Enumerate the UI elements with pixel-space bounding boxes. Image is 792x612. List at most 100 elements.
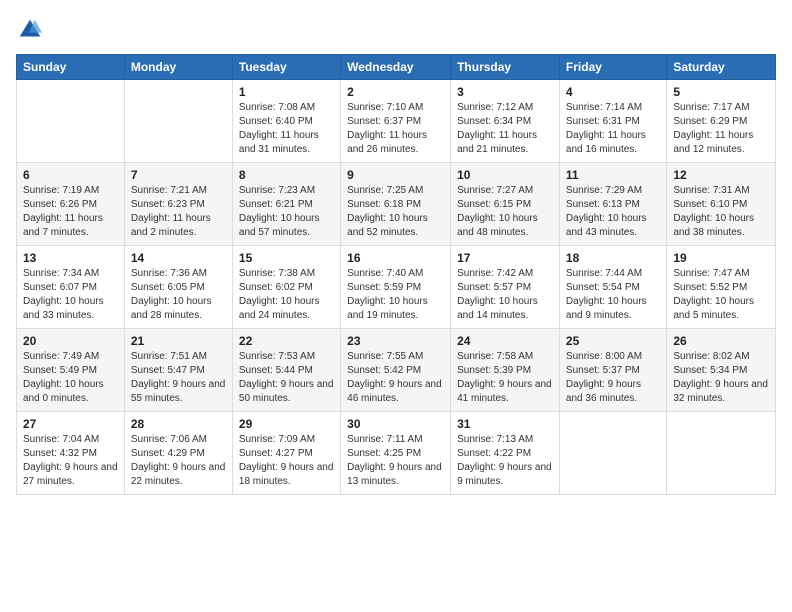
calendar-cell: [559, 412, 666, 495]
day-info: Sunrise: 7:40 AM Sunset: 5:59 PM Dayligh…: [347, 267, 444, 323]
calendar-cell: 24 Sunrise: 7:58 AM Sunset: 5:39 PM Dayli…: [451, 329, 560, 412]
day-number: 9: [347, 168, 444, 182]
day-number: 7: [131, 168, 226, 182]
day-info: Sunrise: 7:14 AM Sunset: 6:31 PM Dayligh…: [566, 101, 660, 157]
calendar-cell: 11 Sunrise: 7:29 AM Sunset: 6:13 PM Dayli…: [559, 163, 666, 246]
day-info: Sunrise: 7:42 AM Sunset: 5:57 PM Dayligh…: [457, 267, 553, 323]
day-number: 29: [239, 417, 334, 431]
day-info: Sunrise: 7:19 AM Sunset: 6:26 PM Dayligh…: [23, 184, 118, 240]
day-info: Sunrise: 7:51 AM Sunset: 5:47 PM Dayligh…: [131, 350, 226, 406]
day-number: 10: [457, 168, 553, 182]
calendar-cell: 14 Sunrise: 7:36 AM Sunset: 6:05 PM Dayli…: [124, 246, 232, 329]
calendar-cell: 7 Sunrise: 7:21 AM Sunset: 6:23 PM Daylig…: [124, 163, 232, 246]
calendar-cell: 4 Sunrise: 7:14 AM Sunset: 6:31 PM Daylig…: [559, 80, 666, 163]
day-info: Sunrise: 7:13 AM Sunset: 4:22 PM Dayligh…: [457, 433, 553, 489]
day-info: Sunrise: 8:00 AM Sunset: 5:37 PM Dayligh…: [566, 350, 660, 406]
day-info: Sunrise: 7:12 AM Sunset: 6:34 PM Dayligh…: [457, 101, 553, 157]
week-row-1: 1 Sunrise: 7:08 AM Sunset: 6:40 PM Daylig…: [17, 80, 776, 163]
day-number: 4: [566, 85, 660, 99]
day-number: 30: [347, 417, 444, 431]
calendar-cell: 20 Sunrise: 7:49 AM Sunset: 5:49 PM Dayli…: [17, 329, 125, 412]
calendar-cell: 16 Sunrise: 7:40 AM Sunset: 5:59 PM Dayli…: [341, 246, 451, 329]
day-info: Sunrise: 7:17 AM Sunset: 6:29 PM Dayligh…: [673, 101, 769, 157]
calendar-cell: 29Sunrise: 7:09 AM Sunset: 4:27 PM Dayli…: [232, 412, 340, 495]
calendar-cell: 21 Sunrise: 7:51 AM Sunset: 5:47 PM Dayli…: [124, 329, 232, 412]
day-number: 22: [239, 334, 334, 348]
day-info: Sunrise: 7:58 AM Sunset: 5:39 PM Dayligh…: [457, 350, 553, 406]
calendar-cell: 3 Sunrise: 7:12 AM Sunset: 6:34 PM Daylig…: [451, 80, 560, 163]
day-info: Sunrise: 7:36 AM Sunset: 6:05 PM Dayligh…: [131, 267, 226, 323]
week-row-3: 13 Sunrise: 7:34 AM Sunset: 6:07 PM Dayli…: [17, 246, 776, 329]
day-number: 21: [131, 334, 226, 348]
calendar-cell: 18 Sunrise: 7:44 AM Sunset: 5:54 PM Dayli…: [559, 246, 666, 329]
day-number: 17: [457, 251, 553, 265]
day-header-wednesday: Wednesday: [341, 55, 451, 80]
day-number: 1: [239, 85, 334, 99]
day-number: 15: [239, 251, 334, 265]
calendar-cell: 2Sunrise: 7:10 AM Sunset: 6:37 PM Daylig…: [341, 80, 451, 163]
day-info: Sunrise: 7:25 AM Sunset: 6:18 PM Dayligh…: [347, 184, 444, 240]
calendar-cell: [667, 412, 776, 495]
day-number: 3: [457, 85, 553, 99]
logo: [16, 16, 48, 44]
day-header-sunday: Sunday: [17, 55, 125, 80]
week-row-4: 20 Sunrise: 7:49 AM Sunset: 5:49 PM Dayli…: [17, 329, 776, 412]
calendar-header-row: SundayMondayTuesdayWednesdayThursdayFrid…: [17, 55, 776, 80]
day-info: Sunrise: 7:08 AM Sunset: 6:40 PM Dayligh…: [239, 101, 334, 157]
day-number: 5: [673, 85, 769, 99]
calendar-cell: 8Sunrise: 7:23 AM Sunset: 6:21 PM Daylig…: [232, 163, 340, 246]
day-number: 20: [23, 334, 118, 348]
day-info: Sunrise: 7:21 AM Sunset: 6:23 PM Dayligh…: [131, 184, 226, 240]
day-number: 11: [566, 168, 660, 182]
day-info: Sunrise: 7:06 AM Sunset: 4:29 PM Dayligh…: [131, 433, 226, 489]
day-number: 14: [131, 251, 226, 265]
calendar-cell: 27Sunrise: 7:04 AM Sunset: 4:32 PM Dayli…: [17, 412, 125, 495]
calendar-cell: 9 Sunrise: 7:25 AM Sunset: 6:18 PM Daylig…: [341, 163, 451, 246]
day-number: 27: [23, 417, 118, 431]
calendar-cell: 10Sunrise: 7:27 AM Sunset: 6:15 PM Dayli…: [451, 163, 560, 246]
calendar-cell: 28 Sunrise: 7:06 AM Sunset: 4:29 PM Dayli…: [124, 412, 232, 495]
day-info: Sunrise: 7:49 AM Sunset: 5:49 PM Dayligh…: [23, 350, 118, 406]
calendar-cell: [17, 80, 125, 163]
day-header-friday: Friday: [559, 55, 666, 80]
day-number: 13: [23, 251, 118, 265]
day-info: Sunrise: 7:11 AM Sunset: 4:25 PM Dayligh…: [347, 433, 444, 489]
day-number: 12: [673, 168, 769, 182]
day-number: 18: [566, 251, 660, 265]
calendar-cell: 22 Sunrise: 7:53 AM Sunset: 5:44 PM Dayli…: [232, 329, 340, 412]
day-info: Sunrise: 7:44 AM Sunset: 5:54 PM Dayligh…: [566, 267, 660, 323]
day-header-saturday: Saturday: [667, 55, 776, 80]
calendar-cell: 19 Sunrise: 7:47 AM Sunset: 5:52 PM Dayli…: [667, 246, 776, 329]
calendar-body: 1 Sunrise: 7:08 AM Sunset: 6:40 PM Daylig…: [17, 80, 776, 495]
calendar: SundayMondayTuesdayWednesdayThursdayFrid…: [16, 54, 776, 495]
day-info: Sunrise: 7:31 AM Sunset: 6:10 PM Dayligh…: [673, 184, 769, 240]
day-number: 16: [347, 251, 444, 265]
calendar-cell: 12 Sunrise: 7:31 AM Sunset: 6:10 PM Dayli…: [667, 163, 776, 246]
calendar-cell: 25Sunrise: 8:00 AM Sunset: 5:37 PM Dayli…: [559, 329, 666, 412]
day-header-thursday: Thursday: [451, 55, 560, 80]
calendar-cell: 31Sunrise: 7:13 AM Sunset: 4:22 PM Dayli…: [451, 412, 560, 495]
header: [16, 16, 776, 44]
day-info: Sunrise: 7:34 AM Sunset: 6:07 PM Dayligh…: [23, 267, 118, 323]
day-number: 26: [673, 334, 769, 348]
calendar-cell: 15 Sunrise: 7:38 AM Sunset: 6:02 PM Dayli…: [232, 246, 340, 329]
calendar-cell: 1 Sunrise: 7:08 AM Sunset: 6:40 PM Daylig…: [232, 80, 340, 163]
calendar-cell: 17 Sunrise: 7:42 AM Sunset: 5:57 PM Dayli…: [451, 246, 560, 329]
day-info: Sunrise: 7:29 AM Sunset: 6:13 PM Dayligh…: [566, 184, 660, 240]
day-header-tuesday: Tuesday: [232, 55, 340, 80]
calendar-cell: 26 Sunrise: 8:02 AM Sunset: 5:34 PM Dayli…: [667, 329, 776, 412]
day-header-monday: Monday: [124, 55, 232, 80]
calendar-cell: 23Sunrise: 7:55 AM Sunset: 5:42 PM Dayli…: [341, 329, 451, 412]
day-number: 24: [457, 334, 553, 348]
calendar-cell: 6Sunrise: 7:19 AM Sunset: 6:26 PM Daylig…: [17, 163, 125, 246]
day-number: 28: [131, 417, 226, 431]
day-info: Sunrise: 8:02 AM Sunset: 5:34 PM Dayligh…: [673, 350, 769, 406]
day-info: Sunrise: 7:53 AM Sunset: 5:44 PM Dayligh…: [239, 350, 334, 406]
calendar-cell: 5 Sunrise: 7:17 AM Sunset: 6:29 PM Daylig…: [667, 80, 776, 163]
page: SundayMondayTuesdayWednesdayThursdayFrid…: [0, 0, 792, 505]
week-row-5: 27Sunrise: 7:04 AM Sunset: 4:32 PM Dayli…: [17, 412, 776, 495]
day-number: 19: [673, 251, 769, 265]
day-info: Sunrise: 7:55 AM Sunset: 5:42 PM Dayligh…: [347, 350, 444, 406]
day-info: Sunrise: 7:38 AM Sunset: 6:02 PM Dayligh…: [239, 267, 334, 323]
day-info: Sunrise: 7:47 AM Sunset: 5:52 PM Dayligh…: [673, 267, 769, 323]
